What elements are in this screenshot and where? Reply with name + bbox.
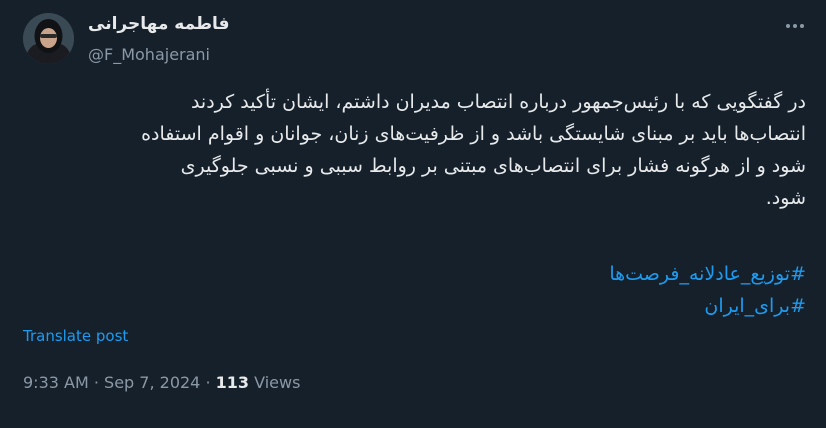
meta-separator: · [205,373,211,392]
hashtag-link[interactable]: #توزیع_عادلانه_فرصت‌ها [20,258,806,290]
post-text-line: شود و از هرگونه فشار برای انتصاب‌های مبت… [180,155,806,177]
post-meta: 9:33 AM · Sep 7, 2024 · 113 Views [23,373,300,392]
post-date[interactable]: Sep 7, 2024 [104,373,200,392]
avatar-image [23,13,74,64]
translate-post-link[interactable]: Translate post [23,327,128,345]
post-text-line: انتصاب‌ها باید بر مبنای شایستگی باشد و ا… [141,123,806,145]
hashtags: #توزیع_عادلانه_فرصت‌ها #برای_ایران [20,258,806,322]
more-button[interactable] [780,16,810,36]
author-handle[interactable]: @F_Mohajerani [88,45,210,64]
more-icon [786,24,804,28]
post-text-line: در گفتگویی که با رئیس‌جمهور درباره انتصا… [190,91,806,113]
views-count: 113 [215,373,250,392]
post-text-line: شود. [765,187,806,209]
post-time[interactable]: 9:33 AM [23,373,89,392]
views-label: Views [254,373,301,392]
avatar[interactable] [23,13,74,64]
hashtag-link[interactable]: #برای_ایران [20,290,806,322]
author-name[interactable]: فاطمه مهاجرانی [88,14,230,34]
post-text: در گفتگویی که با رئیس‌جمهور درباره انتصا… [20,86,806,214]
meta-separator: · [93,373,99,392]
